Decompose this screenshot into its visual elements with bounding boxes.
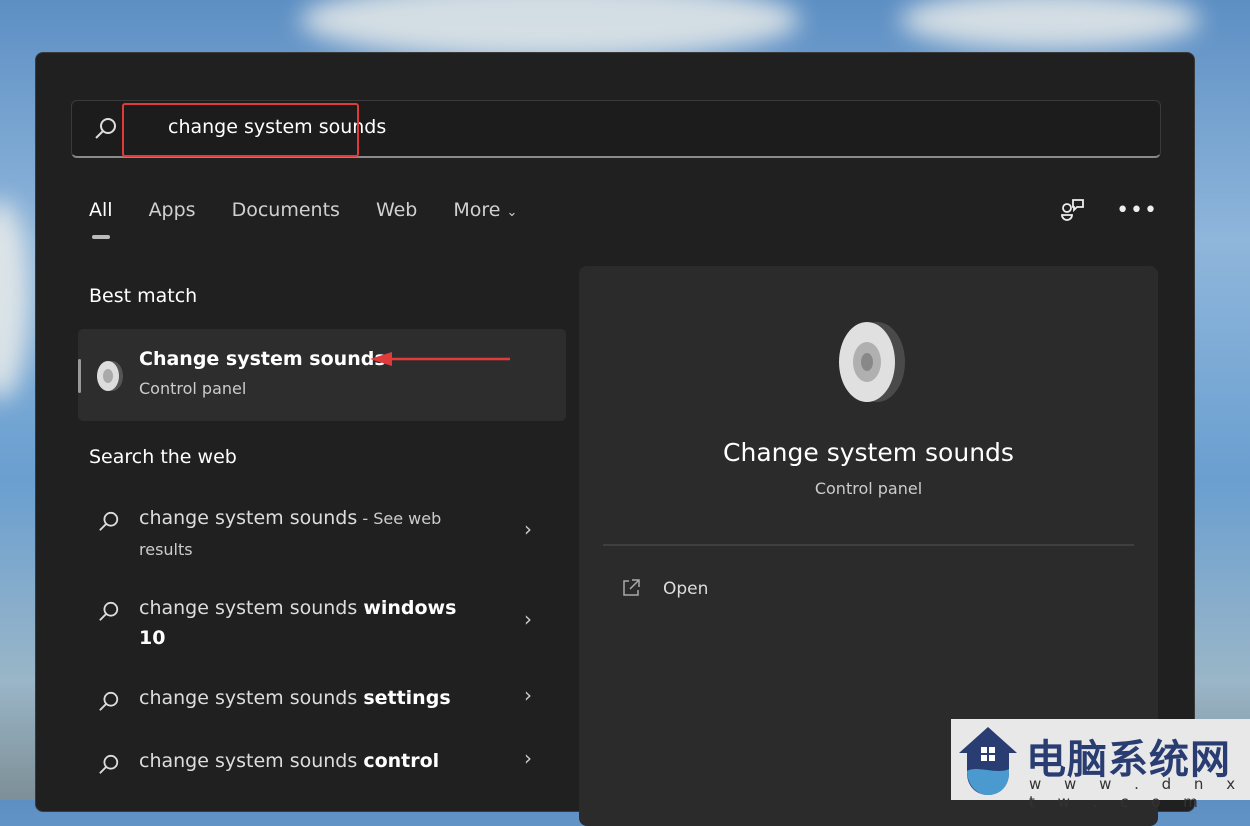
open-external-icon: [623, 579, 640, 596]
web-result-text: change system sounds: [139, 750, 364, 772]
highlight-box: [122, 103, 359, 157]
search-icon: [95, 118, 116, 139]
web-result[interactable]: change system sounds - See web results ›: [88, 503, 548, 563]
search-icon: [99, 511, 119, 531]
best-match-title: Change system sounds: [139, 348, 386, 370]
selection-indicator: [78, 359, 81, 393]
tab-more-label: More: [453, 199, 501, 221]
web-result-bold: settings: [363, 687, 451, 709]
tab-all[interactable]: All: [89, 199, 113, 239]
divider: [603, 544, 1134, 546]
tab-more[interactable]: More ⌄: [453, 199, 517, 221]
start-search-panel: change system sounds All Apps Documents …: [35, 52, 1195, 826]
web-result-text: change system sounds: [139, 687, 364, 709]
speaker-icon: [97, 361, 123, 391]
web-result-text: change system sounds: [139, 507, 358, 529]
best-match-subtitle: Control panel: [139, 379, 247, 398]
web-result-bold: control: [363, 750, 440, 772]
tab-documents[interactable]: Documents: [232, 199, 340, 221]
web-result[interactable]: change system sounds control ›: [88, 746, 548, 776]
watermark-url: w w w . d n x t w . c o m: [1029, 775, 1245, 811]
chevron-right-icon: ›: [524, 607, 532, 631]
web-result-text: change system sounds: [139, 597, 364, 619]
chevron-right-icon: ›: [524, 683, 532, 707]
best-match-item[interactable]: Change system sounds Control panel: [78, 329, 566, 421]
tab-apps[interactable]: Apps: [149, 199, 196, 221]
search-web-heading: Search the web: [89, 446, 237, 468]
search-icon: [99, 754, 119, 774]
open-action[interactable]: Open: [663, 579, 708, 599]
more-options-icon[interactable]: •••: [1116, 198, 1158, 223]
tab-web[interactable]: Web: [376, 199, 417, 221]
search-icon: [99, 691, 119, 711]
search-icon: [99, 601, 119, 621]
chevron-down-icon: ⌄: [506, 205, 518, 220]
best-match-heading: Best match: [89, 285, 198, 307]
watermark-logo: 电脑系统网 w w w . d n x t w . c o m: [951, 719, 1250, 811]
speaker-icon: [839, 322, 905, 402]
filter-tabs: All Apps Documents Web More ⌄: [89, 199, 517, 239]
detail-subtitle: Control panel: [814, 479, 923, 498]
house-logo-icon: [959, 727, 1017, 795]
red-arrow: [370, 352, 510, 366]
chevron-right-icon: ›: [524, 517, 532, 541]
chevron-right-icon: ›: [524, 746, 532, 770]
search-box[interactable]: change system sounds: [71, 100, 1161, 158]
detail-title: Change system sounds: [723, 438, 1014, 467]
web-result[interactable]: change system sounds windows 10 ›: [88, 593, 548, 653]
web-result[interactable]: change system sounds settings ›: [88, 683, 548, 713]
feedback-icon[interactable]: [1060, 197, 1086, 223]
